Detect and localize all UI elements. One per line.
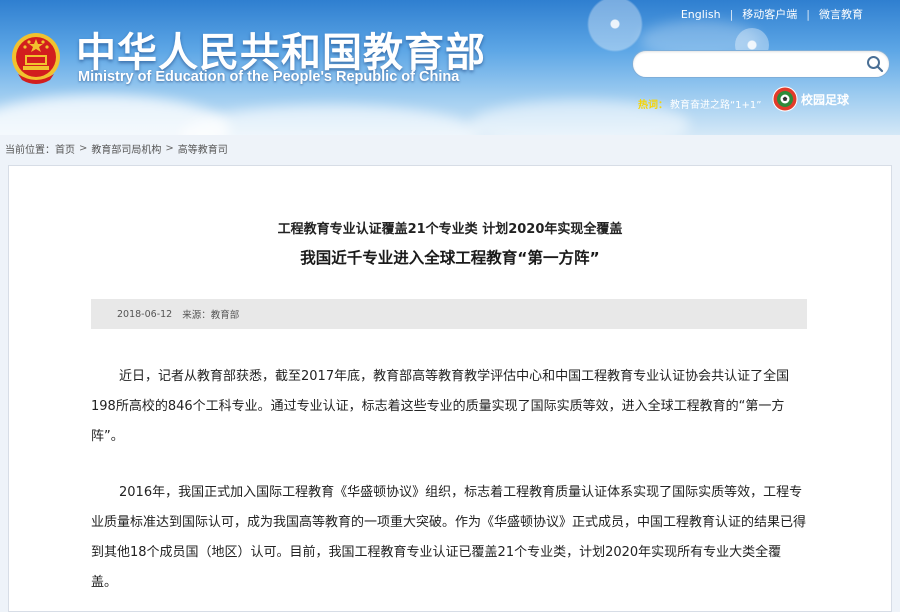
article-subtitle: 工程教育专业认证覆盖21个专业类 计划2020年实现全覆盖: [277, 222, 623, 237]
weiyan-education-link[interactable]: 微言教育: [810, 6, 872, 22]
breadcrumb-label: 当前位置：: [5, 145, 55, 156]
article-meta-bar: 2018-06-12 来源：教育部: [91, 299, 807, 329]
top-links: English | 移动客户端 | 微言教育: [672, 6, 872, 22]
hot-words: 热词： 教育奋进之路“1+1”: [638, 96, 761, 111]
dandelion-decoration: [585, 0, 645, 54]
cloud-decoration: [180, 105, 480, 135]
hot-word-link[interactable]: 教育奋进之路“1+1”: [670, 96, 761, 111]
search-icon: [867, 56, 884, 73]
site-subtitle: Ministry of Education of the People's Re…: [78, 69, 460, 85]
campus-football-link[interactable]: 校园足球: [772, 86, 849, 112]
breadcrumb-ministry-departments[interactable]: 教育部司局机构: [91, 141, 161, 156]
breadcrumb-separator: >: [79, 143, 88, 154]
campus-football-icon: [772, 86, 798, 112]
article-date: 2018-06-12: [117, 308, 173, 320]
breadcrumb: 当前位置： 首页 > 教育部司局机构 > 高等教育司: [5, 141, 228, 156]
search-input[interactable]: [643, 54, 862, 76]
national-emblem-icon[interactable]: [10, 30, 62, 86]
article-paragraph: 近日，记者从教育部获悉，截至2017年底，教育部高等教育教学评估中心和中国工程教…: [91, 369, 790, 444]
article-title: 我国近千专业进入全球工程教育“第一方阵”: [300, 249, 600, 267]
article-source: 来源：教育部: [182, 310, 240, 321]
search-box: [632, 50, 890, 78]
breadcrumb-higher-education[interactable]: 高等教育司: [178, 141, 228, 156]
article-paragraph: 2016年，我国正式加入国际工程教育《华盛顿协议》组织，标志着工程教育质量认证体…: [91, 485, 807, 590]
breadcrumb-home[interactable]: 首页: [55, 141, 75, 156]
breadcrumb-separator: >: [165, 143, 174, 154]
hot-words-label: 热词：: [638, 100, 668, 111]
mobile-client-link[interactable]: 移动客户端: [733, 6, 806, 22]
article-card: 工程教育专业认证覆盖21个专业类 计划2020年实现全覆盖 我国近千专业进入全球…: [8, 165, 892, 612]
site-header: 中华人民共和国教育部 Ministry of Education of the …: [0, 0, 900, 135]
campus-football-label: 校园足球: [801, 92, 850, 107]
search-button[interactable]: [865, 54, 885, 74]
english-link[interactable]: English: [672, 8, 730, 21]
